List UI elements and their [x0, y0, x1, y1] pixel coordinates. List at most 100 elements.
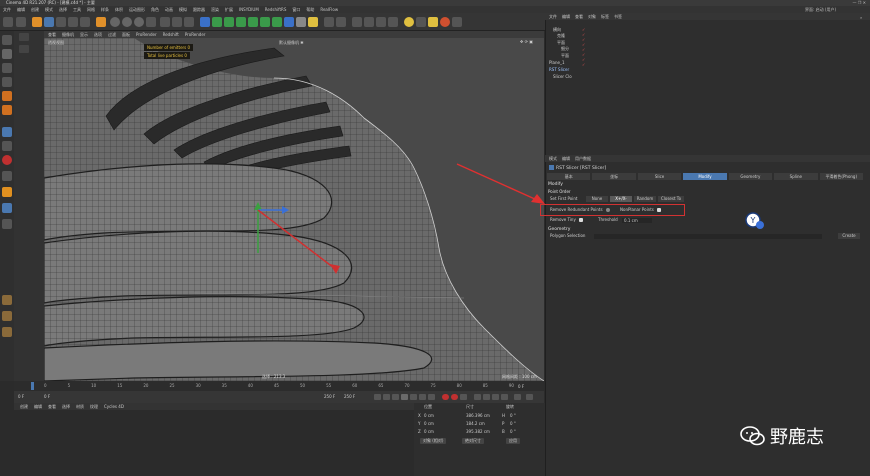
next-frame-icon[interactable] — [410, 394, 417, 400]
next-key-icon[interactable] — [419, 394, 426, 400]
obj-menu-bookmarks[interactable]: 书签 — [614, 13, 622, 20]
menu-animate[interactable]: 动画 — [165, 6, 173, 13]
edges-mode-icon[interactable] — [2, 105, 12, 115]
remove-tiny-checkbox[interactable] — [579, 218, 584, 222]
key-scale-icon[interactable] — [483, 394, 490, 400]
key-param-icon[interactable] — [501, 394, 508, 400]
tweak-icon[interactable] — [2, 187, 12, 197]
menu-character[interactable]: 角色 — [151, 6, 159, 13]
fcurve-icon[interactable] — [514, 394, 521, 400]
deformer-icon[interactable] — [260, 17, 270, 27]
menu-spline[interactable]: 样条 — [101, 6, 109, 13]
record-icon[interactable] — [442, 394, 449, 400]
polygons-mode-icon[interactable] — [2, 127, 12, 137]
menu-edit[interactable]: 编辑 — [17, 6, 25, 13]
create-button[interactable]: Create — [838, 233, 860, 239]
xparticles-icon[interactable] — [404, 17, 414, 27]
y-axis-icon[interactable] — [122, 17, 132, 27]
scale-icon[interactable] — [56, 17, 66, 27]
goto-end-icon[interactable] — [428, 394, 435, 400]
attr-menu-userdata[interactable]: 用户数据 — [575, 155, 591, 162]
object-visibility-icons[interactable]: ✓ ✓ ✓ ✓ ✓ ✓ ✓ ✓ — [582, 27, 585, 67]
light-icon[interactable] — [308, 17, 318, 27]
panel-layout-icon[interactable] — [19, 45, 29, 53]
coord-h-rot[interactable]: 0 ° — [510, 413, 516, 418]
star-icon[interactable] — [428, 17, 438, 27]
window-controls[interactable]: — ❐ ✕ — [853, 0, 866, 5]
render-settings-icon[interactable] — [184, 17, 194, 27]
object-row-selected[interactable]: RST Slicer — [549, 67, 569, 72]
menu-realflow[interactable]: RealFlow — [320, 6, 338, 13]
layout-select[interactable]: 界面: 启动 (用户) — [805, 7, 836, 12]
workplane-mode-icon[interactable] — [2, 77, 12, 87]
camera-icon[interactable] — [296, 17, 306, 27]
object-row[interactable]: Slicer Clo — [553, 74, 572, 79]
coord-y-pos[interactable]: 0 cm — [424, 421, 434, 426]
coord-system-icon[interactable] — [146, 17, 156, 27]
panel-toggle-icon[interactable] — [19, 33, 29, 41]
scene-icon[interactable] — [284, 17, 294, 27]
viewport-camera[interactable]: 默认摄像机 ✱ — [279, 40, 304, 46]
snap-icon[interactable] — [324, 17, 334, 27]
menu-mesh[interactable]: 网格 — [87, 6, 95, 13]
point-order-x[interactable]: X+/X- — [610, 196, 632, 202]
points-mode-icon[interactable] — [2, 91, 12, 101]
render-view-icon[interactable] — [160, 17, 170, 27]
apply-button[interactable]: 应用 — [506, 438, 520, 444]
current-frame[interactable]: 0 F — [18, 394, 24, 399]
timeline-menu-icon[interactable] — [526, 394, 533, 400]
end-frame[interactable]: 250 F — [324, 394, 335, 399]
solo-icon[interactable] — [2, 203, 12, 213]
pen-icon[interactable] — [212, 17, 222, 27]
goto-start-icon[interactable] — [374, 394, 381, 400]
coord-b-rot[interactable]: 0 ° — [510, 429, 516, 434]
array-icon[interactable] — [236, 17, 246, 27]
render-queue-icon[interactable] — [452, 17, 462, 27]
lock-icon[interactable] — [2, 219, 12, 229]
boole-icon[interactable] — [248, 17, 258, 27]
cube-icon[interactable] — [200, 17, 210, 27]
object-row[interactable]: 平面 — [561, 53, 569, 58]
magnet-icon[interactable] — [2, 311, 12, 321]
vp-menu-filter[interactable]: 过滤 — [108, 31, 116, 38]
tab-basic[interactable]: 基本 — [547, 173, 591, 180]
menu-simulate[interactable]: 模拟 — [179, 6, 187, 13]
remove-tiny-row[interactable]: Remove Tiny — [550, 217, 584, 223]
menu-mograph[interactable]: 运动图形 — [129, 6, 145, 13]
attr-menu-edit[interactable]: 编辑 — [562, 155, 570, 162]
coord-x-size[interactable]: 386.396 cm — [466, 413, 490, 418]
vp-menu-panel[interactable]: 面板 — [122, 31, 130, 38]
vp-menu-prorender2[interactable]: ProRender — [185, 31, 206, 38]
vp-menu-display[interactable]: 显示 — [80, 31, 88, 38]
tab-slice[interactable]: Slice — [637, 173, 682, 180]
object-row[interactable]: 平面 — [557, 40, 565, 45]
subdivision-icon[interactable] — [224, 17, 234, 27]
soft-selection-icon[interactable] — [2, 155, 12, 165]
coord-z-pos[interactable]: 0 cm — [424, 429, 434, 434]
plugin-c-icon[interactable] — [376, 17, 386, 27]
mat-menu-view[interactable]: 查看 — [48, 403, 56, 410]
prev-key-icon[interactable] — [383, 394, 390, 400]
menu-insydium[interactable]: INSYDIUM — [239, 6, 259, 13]
menu-window[interactable]: 窗口 — [292, 6, 300, 13]
texture-mode-icon[interactable] — [2, 63, 12, 73]
start-frame[interactable]: 0 F — [44, 394, 50, 399]
recent-tool-icon[interactable] — [80, 17, 90, 27]
tab-geometry[interactable]: Geometry — [728, 173, 773, 180]
vp-menu-camera[interactable]: 摄像机 — [62, 31, 74, 38]
vp-menu-redshift[interactable]: Redshift — [163, 31, 179, 38]
mat-menu-select[interactable]: 选择 — [62, 403, 70, 410]
obj-menu-tags[interactable]: 标签 — [601, 13, 609, 20]
playhead[interactable] — [31, 382, 34, 390]
point-order-random[interactable]: Random — [634, 196, 656, 202]
obj-menu-object[interactable]: 对象 — [588, 13, 596, 20]
keyframe-select-icon[interactable] — [460, 394, 467, 400]
3d-viewport[interactable]: 透视视图 默认摄像机 ✱ Number of emitters 0 Total … — [44, 38, 544, 381]
move-icon[interactable] — [44, 17, 54, 27]
undo-icon[interactable] — [3, 17, 13, 27]
axis-mode-icon[interactable] — [2, 141, 12, 151]
object-row[interactable]: Plane_1 — [549, 60, 565, 65]
script-icon[interactable] — [416, 17, 426, 27]
key-pos-icon[interactable] — [474, 394, 481, 400]
rotate-icon[interactable] — [68, 17, 78, 27]
